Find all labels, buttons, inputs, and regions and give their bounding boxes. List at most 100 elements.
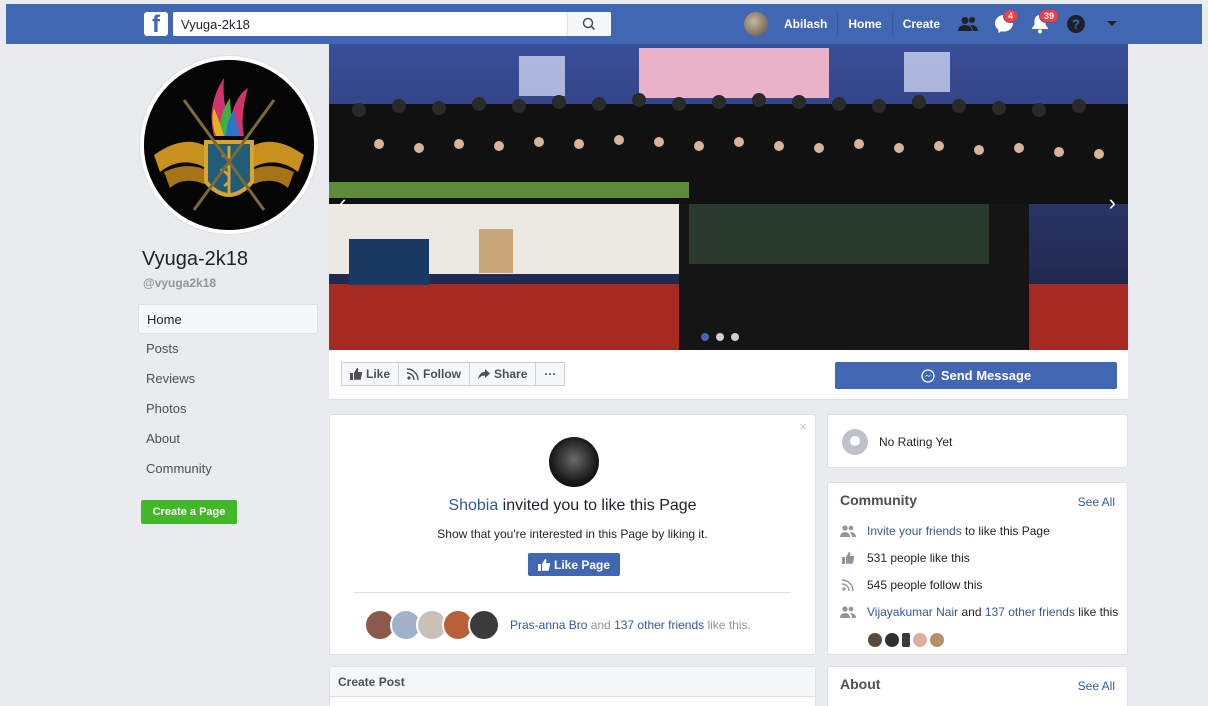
rating-icon	[842, 429, 868, 455]
friends-suffix-text: like this.	[704, 618, 751, 632]
messenger-icon	[921, 368, 935, 383]
facebook-logo-icon[interactable]: f	[144, 12, 168, 38]
messages-badge: 4	[1003, 9, 1019, 23]
page-profile-picture[interactable]	[140, 56, 318, 234]
page-action-buttons: Like Follow Share ···	[341, 362, 566, 386]
notifications-button[interactable]: 39	[1022, 9, 1060, 36]
friend-name-link[interactable]: Pras-anna Bro	[510, 618, 587, 632]
rating-card: No Rating Yet	[827, 414, 1128, 468]
home-link[interactable]: Home	[838, 12, 893, 36]
invite-title: Shobia invited you to like this Page	[330, 497, 815, 515]
more-options-button[interactable]: ···	[535, 362, 566, 386]
friend-requests-button[interactable]	[950, 12, 986, 36]
friends-like-text: Pras-anna Bro and 137 other friends like…	[510, 618, 751, 632]
friends-icon	[840, 525, 856, 537]
follow-label: Follow	[423, 367, 462, 381]
create-post-title: Create Post	[330, 667, 815, 697]
page-username[interactable]: @vyuga2k18	[143, 276, 216, 290]
svg-text:?: ?	[1072, 17, 1080, 32]
thumbs-up-icon	[537, 558, 550, 571]
create-page-button[interactable]: Create a Page	[141, 500, 237, 524]
invite-subtitle: Show that you're interested in this Page…	[437, 527, 708, 541]
page-title: Vyuga-2k18	[142, 248, 248, 270]
user-avatar[interactable]	[744, 12, 768, 36]
share-label: Share	[494, 367, 528, 381]
likes-count-row: 531 people like this	[840, 551, 1120, 565]
friend-avatar[interactable]	[930, 633, 944, 647]
like-page-button[interactable]: Like Page	[528, 553, 620, 576]
invite-friends-text: Invite your friends to like this Page	[867, 524, 1050, 538]
community-see-all-link[interactable]: See All	[1078, 495, 1115, 509]
invite-title-text: invited you to like this Page	[498, 497, 697, 514]
send-message-label: Send Message	[940, 368, 1032, 383]
other-friends-link[interactable]: 137 other friends	[985, 605, 1075, 619]
side-nav-home[interactable]: Home	[138, 304, 318, 334]
help-button[interactable]: ?	[1058, 12, 1094, 36]
side-nav-reviews[interactable]: Reviews	[138, 364, 318, 394]
side-nav-community[interactable]: Community	[138, 454, 318, 484]
create-link[interactable]: Create	[893, 12, 950, 36]
account-menu-button[interactable]	[1094, 12, 1130, 36]
page-logo	[144, 60, 314, 230]
cover-photo	[329, 44, 1128, 350]
carousel-dot[interactable]	[701, 333, 709, 341]
share-arrow-icon	[478, 369, 491, 380]
like-button[interactable]: Like	[341, 362, 400, 386]
side-nav-photos[interactable]: Photos	[138, 394, 318, 424]
friend-avatar[interactable]	[885, 633, 899, 647]
search-input[interactable]: Vyuga-2k18	[173, 12, 611, 36]
friend-name-link[interactable]: Vijayakumar Nair	[867, 605, 958, 619]
thumbs-up-icon	[842, 552, 855, 564]
invite-friends-link[interactable]: Invite your friends	[867, 524, 962, 538]
about-card: About See All	[827, 666, 1128, 706]
inviter-avatar[interactable]	[549, 437, 599, 487]
carousel-dot[interactable]	[716, 333, 724, 341]
caret-down-icon	[1107, 21, 1118, 26]
side-nav-posts[interactable]: Posts	[138, 334, 318, 364]
send-message-button[interactable]: Send Message	[835, 362, 1117, 389]
carousel-prev-icon[interactable]: ‹	[339, 192, 346, 214]
inviter-name-link[interactable]: Shobia	[448, 497, 498, 514]
thumbs-up-icon	[350, 368, 362, 380]
friends-like-row: Vijayakumar Nair and 137 other friends l…	[840, 605, 1120, 619]
follow-button[interactable]: Follow	[398, 362, 471, 386]
friends-icon	[840, 606, 856, 618]
friend-avatar[interactable]	[868, 633, 882, 647]
profile-link[interactable]: Abilash	[774, 12, 839, 36]
follows-count-text: 545 people follow this	[867, 578, 983, 592]
friend-avatar[interactable]	[913, 633, 927, 647]
about-see-all-link[interactable]: See All	[1078, 679, 1115, 693]
top-navigation-bar: f Vyuga-2k18 Abilash Home Create 4 39 ?	[6, 4, 1202, 44]
page-invite-card: × Shobia invited you to like this Page S…	[329, 414, 816, 655]
search-button[interactable]	[567, 12, 611, 36]
close-icon[interactable]: ×	[799, 419, 807, 434]
about-title: About	[840, 676, 881, 692]
rating-text: No Rating Yet	[879, 435, 953, 449]
other-friends-link[interactable]: 137 other friends	[614, 618, 704, 632]
page-side-navigation: Home Posts Reviews Photos About Communit…	[138, 304, 318, 484]
side-nav-about[interactable]: About	[138, 424, 318, 454]
friend-avatar[interactable]	[468, 609, 500, 641]
search-icon	[582, 17, 596, 31]
cover-photo-carousel[interactable]: ‹ ›	[329, 44, 1128, 350]
page-action-bar: Like Follow Share ··· Send Message	[329, 350, 1128, 400]
create-post-card[interactable]: Create Post	[329, 666, 816, 706]
divider	[354, 592, 791, 593]
friends-and-text: and	[958, 605, 985, 619]
likes-count-text: 531 people like this	[867, 551, 970, 565]
invite-friends-row: Invite your friends to like this Page	[840, 524, 1120, 538]
friends-who-like: Pras-anna Bro and 137 other friends like…	[364, 609, 751, 641]
carousel-next-icon[interactable]: ›	[1109, 192, 1116, 214]
help-icon: ?	[1067, 15, 1086, 33]
messages-button[interactable]: 4	[986, 9, 1022, 36]
more-icon: ···	[544, 367, 557, 381]
share-button[interactable]: Share	[469, 362, 537, 386]
carousel-dot[interactable]	[731, 333, 739, 341]
friend-avatar[interactable]	[902, 633, 910, 647]
like-label: Like	[366, 367, 391, 381]
community-title: Community	[840, 492, 917, 508]
carousel-indicators	[701, 333, 739, 341]
follows-count-row: 545 people follow this	[840, 578, 1120, 592]
friends-and-text: and	[587, 618, 615, 632]
search-value: Vyuga-2k18	[181, 17, 250, 32]
